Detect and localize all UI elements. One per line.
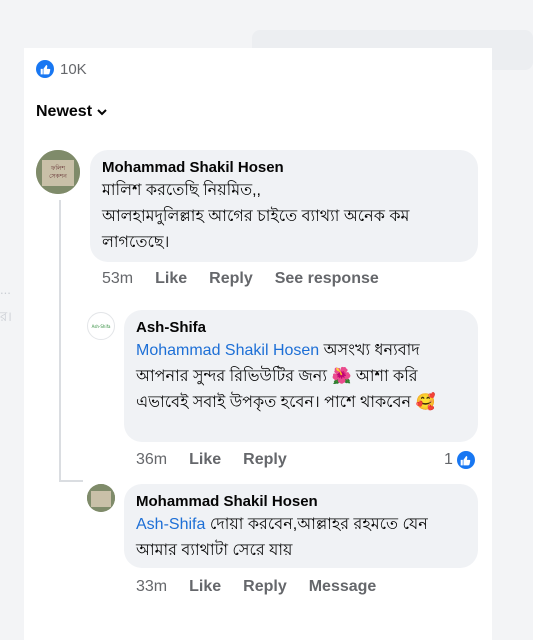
reply-author[interactable]: Mohammad Shakil Hosen <box>136 492 466 512</box>
reply-time[interactable]: 36m <box>136 451 167 469</box>
comment-bubble: Mohammad Shakil Hosen মালিশ করতেছি নিয়ম… <box>90 150 478 262</box>
reply-reaction-count[interactable]: 1 <box>444 451 475 469</box>
reply-actions: 33m Like Reply Message <box>136 578 398 596</box>
thumbs-up-icon <box>36 60 54 78</box>
comment-actions: 53m Like Reply See response <box>102 270 401 288</box>
comment-time[interactable]: 53m <box>102 270 133 288</box>
chevron-down-icon <box>97 109 107 116</box>
mention-link[interactable]: Mohammad Shakil Hosen <box>136 342 319 359</box>
reply-author[interactable]: Ash-Shifa <box>136 318 466 338</box>
message-button[interactable]: Message <box>309 578 377 596</box>
reply-time[interactable]: 33m <box>136 578 167 596</box>
reply-button[interactable]: Reply <box>209 270 253 288</box>
svg-text:সেকশন: সেকশন <box>49 173 67 180</box>
reaction-count: 1 <box>444 451 453 468</box>
comment-author[interactable]: Mohammad Shakil Hosen <box>102 158 466 178</box>
comment-text: মালিশ করতেছি নিয়মিত,, আলহামদুলিল্লাহ আগ… <box>102 182 410 251</box>
thread-branch <box>59 480 83 482</box>
sort-dropdown[interactable]: Newest <box>36 103 108 121</box>
reply-bubble: Ash-Shifa Mohammad Shakil Hosen অসংখ্য ধ… <box>124 310 478 442</box>
background-ellipsis: ... <box>0 282 11 297</box>
comments-panel: 10K Newest ফলিশ সেকশন Mohammad Shakil Ho… <box>24 48 492 640</box>
like-button[interactable]: Like <box>189 451 221 469</box>
reaction-count: 10K <box>60 60 87 78</box>
svg-text:ফলিশ: ফলিশ <box>50 165 66 172</box>
reaction-summary[interactable]: 10K <box>36 60 87 78</box>
reply-button[interactable]: Reply <box>243 451 287 469</box>
like-button[interactable]: Like <box>189 578 221 596</box>
avatar[interactable] <box>87 484 115 512</box>
reply-button[interactable]: Reply <box>243 578 287 596</box>
svg-text:Ash-Shifa: Ash-Shifa <box>92 324 111 329</box>
reply-bubble: Mohammad Shakil Hosen Ash-Shifa দোয়া কর… <box>124 484 478 568</box>
reply-text: Mohammad Shakil Hosen অসংখ্য ধন্যবাদ আপন… <box>136 338 466 416</box>
avatar[interactable]: Ash-Shifa <box>87 312 115 340</box>
reply-text: Ash-Shifa দোয়া করবেন,আল্লাহর রহমতে যেন … <box>136 512 466 564</box>
thumbs-up-icon <box>456 451 475 469</box>
see-response-button[interactable]: See response <box>275 270 379 288</box>
thread-line <box>59 200 61 480</box>
background-text: র। <box>0 309 12 324</box>
sort-label: Newest <box>36 103 93 120</box>
reply-actions: 36m Like Reply <box>136 451 309 469</box>
like-button[interactable]: Like <box>155 270 187 288</box>
mention-link[interactable]: Ash-Shifa <box>136 516 205 533</box>
avatar[interactable]: ফলিশ সেকশন <box>36 150 80 194</box>
